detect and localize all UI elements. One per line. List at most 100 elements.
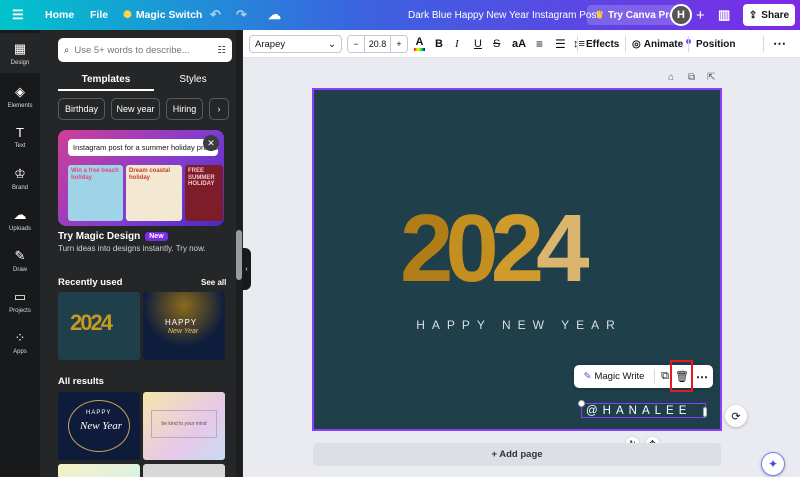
rail-draw[interactable]: ✎ Draw — [0, 240, 40, 280]
result-1-text-2: New Year — [80, 420, 123, 432]
search-input[interactable]: Use 5+ words to describe... — [74, 45, 212, 56]
list-button[interactable]: ☰ — [555, 30, 566, 58]
magic-switch-button[interactable]: ✺ Magic Switch — [123, 0, 202, 30]
redo-icon: ↷ — [236, 7, 247, 22]
rail-design[interactable]: ▦ Design — [0, 33, 40, 73]
undo-button[interactable]: ↶ — [210, 0, 221, 30]
filter-icon[interactable]: ☷ — [217, 45, 226, 56]
rail-elements[interactable]: ◈ Elements — [0, 76, 40, 116]
font-size-stepper[interactable]: − 20.8 + — [347, 35, 408, 53]
resize-handle[interactable] — [703, 407, 707, 417]
tab-styles[interactable]: Styles — [154, 68, 232, 90]
italic-button[interactable]: I — [455, 30, 459, 58]
more-actions-button[interactable]: ⋯ — [693, 365, 711, 388]
selected-text-element[interactable]: @HANALEE — [581, 403, 706, 418]
case-icon: aA — [512, 38, 527, 50]
result-template-3[interactable] — [58, 464, 140, 477]
refresh-button[interactable]: ⟳ — [725, 405, 747, 427]
add-collaborator-button[interactable]: + — [696, 0, 705, 30]
close-icon: ✕ — [207, 137, 215, 148]
position-button[interactable]: Position — [696, 30, 735, 58]
animate-icon: ◎ — [632, 38, 641, 50]
design-icon: ▦ — [13, 40, 27, 56]
rail-uploads[interactable]: ☁ Uploads — [0, 199, 40, 239]
spacing-icon: ↕≡ — [573, 38, 585, 50]
strikethrough-button[interactable]: S — [493, 30, 500, 58]
decrease-size-button[interactable]: − — [348, 36, 365, 52]
effects-button[interactable]: Effects — [586, 30, 619, 58]
elements-icon: ◈ — [15, 83, 25, 99]
uploads-icon: ☁ — [13, 206, 27, 222]
magic-write-button[interactable]: ✎ Magic Write — [578, 365, 650, 388]
chevron-right-icon: › — [217, 104, 221, 114]
promo-thumb-3: FREE SUMMER HOLIDAY — [185, 165, 223, 221]
see-all-link[interactable]: See all — [201, 278, 226, 287]
align-button[interactable]: ≡ — [536, 30, 543, 58]
refresh-icon: ⟳ — [731, 410, 741, 423]
promo-title: Try Magic Design — [58, 231, 141, 242]
result-template-4[interactable] — [143, 464, 225, 477]
search-box[interactable]: ⌕ Use 5+ words to describe... ☷ — [58, 38, 232, 62]
more-options-button[interactable]: ⋯ — [773, 30, 786, 58]
top-bar: ☰ Home File ✺ Magic Switch ↶ ↷ ☁ Dark Blu… — [0, 0, 800, 30]
tab-templates[interactable]: Templates — [58, 68, 154, 90]
magic-design-promo[interactable]: Instagram post for a summer holiday prom… — [58, 130, 224, 226]
rail-projects[interactable]: ▭ Projects — [0, 281, 40, 321]
redo-button[interactable]: ↷ — [236, 0, 247, 30]
result-template-1[interactable]: HAPPY New Year — [58, 392, 140, 460]
resize-handle[interactable] — [578, 400, 585, 407]
chip-hiring[interactable]: Hiring — [166, 98, 203, 120]
result-template-2[interactable]: be kind to your mind — [143, 392, 225, 460]
promo-prompt: Instagram post for a summer holiday prom… — [68, 139, 218, 156]
animate-button[interactable]: ◎ Animate — [632, 30, 692, 58]
home-button[interactable]: Home — [45, 0, 74, 30]
add-page-button[interactable]: + Add page — [313, 443, 721, 466]
bold-button[interactable]: B — [435, 30, 443, 58]
brand-icon: ♔ — [14, 165, 26, 181]
underline-button[interactable]: U — [474, 30, 482, 58]
year-digit-4: 4 — [536, 195, 589, 302]
chip-new-year[interactable]: New year — [111, 98, 160, 120]
panel-tabs: Templates Styles — [58, 68, 232, 91]
result-1-text-1: HAPPY — [86, 410, 112, 416]
chevron-left-icon: ‹ — [245, 265, 248, 273]
chip-birthday[interactable]: Birthday — [58, 98, 105, 120]
align-center-icon: ≡ — [536, 37, 544, 51]
recent-template-2[interactable]: HAPPY New Year — [143, 292, 225, 360]
duplicate-page-icon[interactable]: ⧉ — [688, 72, 695, 83]
promo-description: Turn ideas into designs instantly. Try n… — [58, 244, 206, 253]
main-menu-button[interactable]: ☰ — [12, 0, 24, 30]
spacing-button[interactable]: ↕≡ — [573, 30, 585, 58]
toolbar-divider — [763, 36, 764, 52]
lock-icon[interactable]: ⌂ — [668, 72, 674, 83]
text-color-button[interactable]: A — [414, 30, 425, 58]
all-results-title: All results — [58, 376, 104, 387]
recent-template-1[interactable]: 2024 — [58, 292, 140, 360]
rail-apps[interactable]: ⁘ Apps — [0, 322, 40, 362]
draw-icon: ✎ — [14, 247, 26, 263]
increase-size-button[interactable]: + — [390, 36, 407, 52]
try-canva-pro-button[interactable]: ♛ Try Canva Pro — [587, 5, 684, 25]
font-selector[interactable]: Arapey ⌄ — [249, 35, 342, 53]
cloud-save-status[interactable]: ☁ — [268, 0, 281, 30]
font-size-value[interactable]: 20.8 — [365, 36, 390, 52]
add-page-icon[interactable]: ⇱ — [707, 72, 715, 83]
rail-text[interactable]: T Text — [0, 117, 40, 157]
close-promo-button[interactable]: ✕ — [203, 135, 219, 151]
letter-case-button[interactable]: aA — [512, 30, 526, 58]
editor-toolbar: Arapey ⌄ − 20.8 + A B I U S aA ≡ ☰ ↕≡ Eff… — [243, 30, 800, 58]
collapse-panel-button[interactable]: ‹ — [242, 248, 251, 290]
insights-button[interactable]: ▥ — [718, 0, 730, 30]
promo-thumb-2: Dream coastal holiday — [126, 165, 182, 221]
magic-assistant-button[interactable]: ✦ — [761, 452, 785, 476]
chip-more[interactable]: › — [209, 98, 229, 120]
file-menu[interactable]: File — [90, 0, 108, 30]
share-button[interactable]: ⇪ Share — [743, 4, 795, 26]
share-icon: ⇪ — [748, 9, 758, 21]
happy-new-year-text[interactable]: HAPPY NEW YEAR — [314, 318, 724, 332]
document-title[interactable]: Dark Blue Happy New Year Instagram Post — [408, 0, 599, 30]
apps-icon: ⁘ — [14, 329, 26, 345]
avatar[interactable]: H — [670, 4, 692, 26]
rail-brand[interactable]: ♔ Brand — [0, 158, 40, 198]
year-2024[interactable]: 2024 — [400, 201, 590, 297]
